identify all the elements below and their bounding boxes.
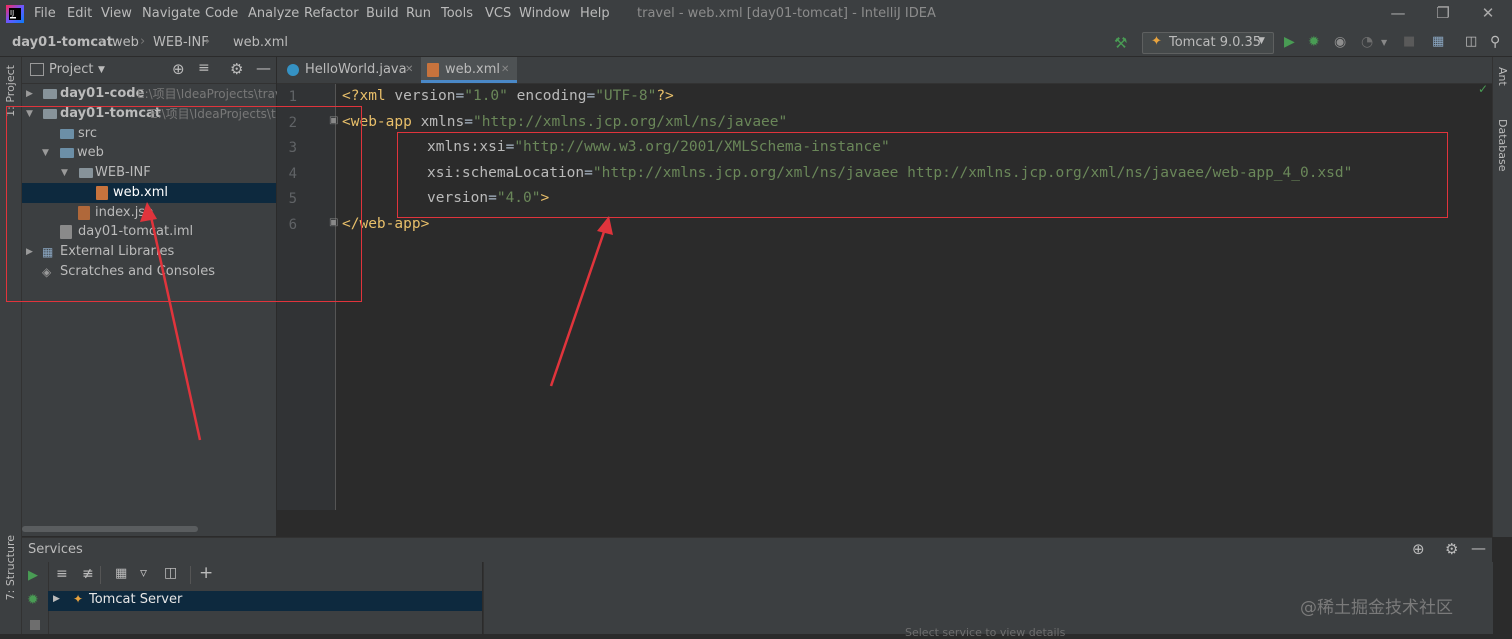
arrow-to-web-xml [140, 202, 202, 441]
annotation-arrows [140, 202, 613, 441]
arrow-to-code [549, 216, 613, 387]
watermark: @稀土掘金技术社区 [1300, 598, 1453, 618]
